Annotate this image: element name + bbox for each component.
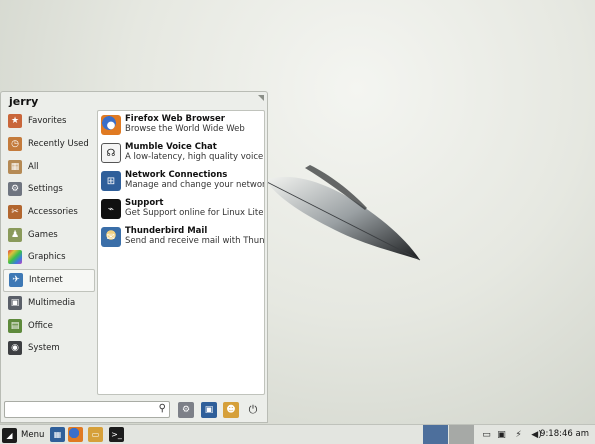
switch-user-button[interactable]: ☻ <box>223 402 239 418</box>
multimedia-icon: ▣ <box>8 295 22 310</box>
category-label: System <box>28 343 60 354</box>
storage-icon[interactable]: ▭ <box>480 428 493 442</box>
search-icon[interactable]: ⚲ <box>159 403 166 414</box>
category-settings[interactable]: ⚙ Settings <box>3 178 95 201</box>
category-all[interactable]: ▦ All <box>3 155 95 178</box>
app-description: Browse the World Wide Web <box>125 124 245 134</box>
lock-screen-button[interactable]: ▣ <box>201 402 217 418</box>
category-multimedia[interactable]: ▣ Multimedia <box>3 292 95 315</box>
category-label: Settings <box>28 184 63 195</box>
app-thunderbird[interactable]: ✉ Thunderbird Mail Send and receive mail… <box>98 223 264 251</box>
firefox-launcher[interactable] <box>68 427 83 442</box>
app-name: Network Connections <box>125 170 228 180</box>
internet-icon: ✈ <box>9 273 23 288</box>
firefox-icon: ● <box>101 115 121 135</box>
app-description: Get Support online for Linux Lite <box>125 208 264 218</box>
app-name: Support <box>125 198 164 208</box>
app-description: A low-latency, high quality voice c... <box>125 152 264 162</box>
linux-lite-logo-icon: ◢ <box>2 427 17 443</box>
category-internet[interactable]: ✈ Internet <box>3 268 95 292</box>
network-status-icon[interactable]: ⚡ <box>512 428 525 442</box>
support-icon: ⌁ <box>101 199 121 219</box>
category-label: All <box>28 161 39 172</box>
system-icon: ◉ <box>8 341 22 356</box>
category-system[interactable]: ◉ System <box>3 337 95 360</box>
menu-bottom-bar: ⚲ ⚙ ▣ ☻ ⏻ <box>4 401 266 421</box>
terminal-launcher[interactable]: >_ <box>109 427 124 442</box>
resize-corner-icon[interactable] <box>258 95 264 101</box>
username-label: jerry <box>9 95 39 108</box>
category-office[interactable]: ▤ Office <box>3 314 95 337</box>
category-list: ★ Favorites ◷ Recently Used ▦ All ⚙ Sett… <box>3 110 95 360</box>
category-games[interactable]: ♟ Games <box>3 223 95 246</box>
category-label: Multimedia <box>28 297 76 308</box>
category-label: Games <box>28 229 58 240</box>
application-list: ● Firefox Web Browser Browse the World W… <box>97 110 265 395</box>
graphics-icon <box>8 250 22 265</box>
app-name: Firefox Web Browser <box>125 114 225 124</box>
thunderbird-icon: ✉ <box>101 227 121 247</box>
app-name: Mumble Voice Chat <box>125 142 217 152</box>
battery-icon[interactable]: ▣ <box>495 428 508 442</box>
app-mumble[interactable]: ☊ Mumble Voice Chat A low-latency, high … <box>98 139 264 167</box>
category-accessories[interactable]: ✂ Accessories <box>3 201 95 224</box>
whisker-menu: jerry ★ Favorites ◷ Recently Used ▦ All … <box>0 91 268 423</box>
recently-used-icon: ◷ <box>8 137 22 152</box>
mumble-icon: ☊ <box>101 143 121 163</box>
log-out-button[interactable]: ⏻ <box>245 402 261 418</box>
category-graphics[interactable]: Graphics <box>3 246 95 269</box>
category-label: Office <box>28 320 53 331</box>
category-label: Internet <box>29 275 63 286</box>
all-icon: ▦ <box>8 159 22 174</box>
office-icon: ▤ <box>8 318 22 333</box>
app-description: Send and receive mail with Thund... <box>125 236 264 246</box>
category-favorites[interactable]: ★ Favorites <box>3 110 95 133</box>
network-icon: ⊞ <box>101 171 121 191</box>
search-box: ⚲ <box>4 401 170 418</box>
app-firefox[interactable]: ● Firefox Web Browser Browse the World W… <box>98 111 264 139</box>
favorites-icon: ★ <box>8 114 22 129</box>
menu-button[interactable]: ◢ Menu <box>2 427 44 443</box>
app-network-connections[interactable]: ⊞ Network Connections Manage and change … <box>98 167 264 195</box>
games-icon: ♟ <box>8 227 22 242</box>
search-input[interactable] <box>5 402 150 417</box>
desktop-feather-wallpaper <box>265 165 421 261</box>
category-label: Recently Used <box>28 139 89 150</box>
app-name: Thunderbird Mail <box>125 226 208 236</box>
menu-button-label: Menu <box>21 430 45 440</box>
category-label: Graphics <box>28 252 66 263</box>
workspace-2[interactable] <box>449 425 474 444</box>
app-description: Manage and change your networ... <box>125 180 264 190</box>
taskbar: ◢ Menu ▦ ▭ >_ ▭ ▣ ⚡ ◀) 9:18:46 am <box>0 424 595 444</box>
app-support[interactable]: ⌁ Support Get Support online for Linux L… <box>98 195 264 223</box>
category-label: Favorites <box>28 116 67 127</box>
all-settings-button[interactable]: ⚙ <box>178 402 194 418</box>
settings-icon: ⚙ <box>8 182 22 197</box>
category-label: Accessories <box>28 207 78 218</box>
show-desktop-launcher[interactable]: ▦ <box>50 427 65 442</box>
accessories-icon: ✂ <box>8 205 22 220</box>
clock[interactable]: 9:18:46 am <box>540 429 589 439</box>
category-recently-used[interactable]: ◷ Recently Used <box>3 133 95 156</box>
workspace-1[interactable] <box>423 425 448 444</box>
file-manager-launcher[interactable]: ▭ <box>88 427 103 442</box>
